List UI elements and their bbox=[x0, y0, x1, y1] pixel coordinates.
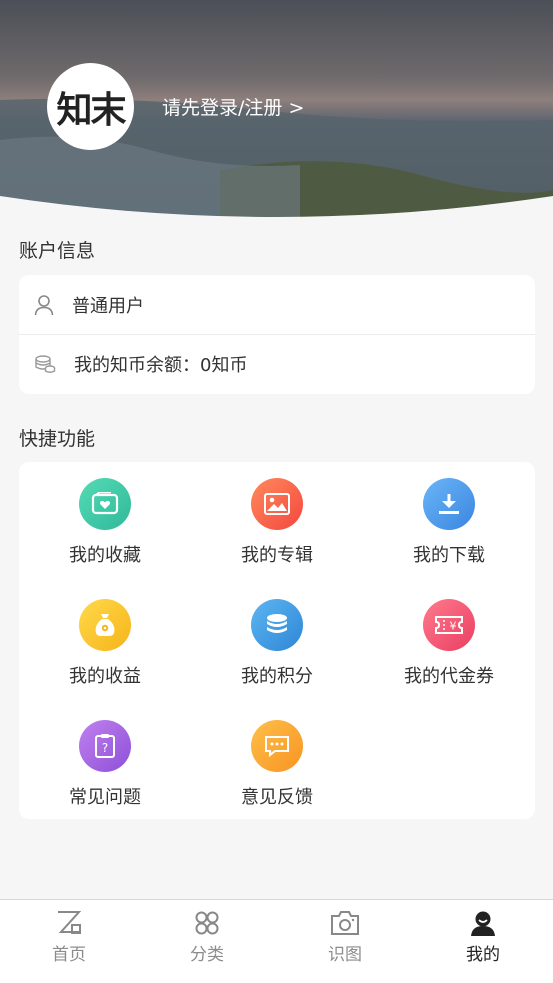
feedback-icon bbox=[251, 720, 303, 772]
bottom-tab-bar: 首页 分类 识图 我的 bbox=[0, 899, 553, 983]
tab-image-search-label: 识图 bbox=[328, 945, 362, 965]
my-albums-button[interactable]: 我的专辑 bbox=[191, 478, 363, 567]
faq-button[interactable]: ? 常见问题 bbox=[19, 720, 191, 809]
svg-text:?: ? bbox=[102, 741, 108, 755]
download-icon bbox=[423, 478, 475, 530]
my-points-button[interactable]: 我的积分 bbox=[191, 599, 363, 688]
balance-label: 我的知币余额：0知币 bbox=[74, 355, 248, 376]
album-icon bbox=[251, 478, 303, 530]
feedback-button[interactable]: 意见反馈 bbox=[191, 720, 363, 809]
my-downloads-label: 我的下载 bbox=[413, 545, 485, 566]
faq-icon: ? bbox=[79, 720, 131, 772]
category-icon bbox=[195, 911, 219, 935]
profile-icon bbox=[471, 911, 495, 936]
my-downloads-button[interactable]: 我的下载 bbox=[363, 478, 535, 567]
voucher-icon: ¥ bbox=[423, 599, 475, 651]
login-register-link[interactable]: 请先登录/注册 > bbox=[162, 93, 304, 120]
profile-header: 知末 请先登录/注册 > bbox=[0, 0, 553, 222]
tab-mine[interactable]: 我的 bbox=[414, 910, 552, 965]
tab-image-search[interactable]: 识图 bbox=[276, 910, 414, 965]
account-info-card: 普通用户 我的知币余额：0知币 bbox=[19, 275, 535, 394]
balance-row[interactable]: 我的知币余额：0知币 bbox=[19, 334, 535, 393]
svg-text:¥: ¥ bbox=[450, 620, 457, 633]
tab-category[interactable]: 分类 bbox=[138, 910, 276, 965]
coin-stack-icon bbox=[35, 355, 56, 373]
home-icon bbox=[58, 911, 82, 934]
user-type-row[interactable]: 普通用户 bbox=[19, 275, 535, 334]
avatar-logo-text: 知末 bbox=[56, 89, 126, 131]
tab-home-label: 首页 bbox=[52, 945, 86, 965]
tab-mine-label: 我的 bbox=[466, 945, 500, 965]
my-vouchers-label: 我的代金券 bbox=[404, 666, 494, 687]
my-points-label: 我的积分 bbox=[241, 666, 313, 687]
account-info-title: 账户信息 bbox=[19, 240, 96, 262]
my-earnings-label: 我的收益 bbox=[69, 666, 141, 687]
coins-icon bbox=[251, 599, 303, 651]
money-bag-icon bbox=[79, 599, 131, 651]
my-favorites-label: 我的收藏 bbox=[69, 545, 141, 566]
user-icon bbox=[34, 294, 54, 315]
quick-functions-title: 快捷功能 bbox=[19, 428, 96, 450]
tab-category-label: 分类 bbox=[190, 945, 224, 965]
my-favorites-button[interactable]: 我的收藏 bbox=[19, 478, 191, 567]
my-vouchers-button[interactable]: ¥ 我的代金券 bbox=[363, 599, 535, 688]
camera-icon bbox=[331, 911, 359, 935]
my-earnings-button[interactable]: 我的收益 bbox=[19, 599, 191, 688]
my-albums-label: 我的专辑 bbox=[241, 545, 313, 566]
avatar[interactable]: 知末 bbox=[47, 63, 134, 150]
quick-functions-card: 我的收藏 我的专辑 我的下载 我的收益 我的积分 ¥ 我的代金券 ? 常见问题 … bbox=[19, 462, 535, 819]
feedback-label: 意见反馈 bbox=[241, 787, 313, 808]
user-type-label: 普通用户 bbox=[72, 295, 144, 317]
tab-home[interactable]: 首页 bbox=[0, 910, 138, 965]
favorites-icon bbox=[79, 478, 131, 530]
faq-label: 常见问题 bbox=[69, 787, 141, 808]
